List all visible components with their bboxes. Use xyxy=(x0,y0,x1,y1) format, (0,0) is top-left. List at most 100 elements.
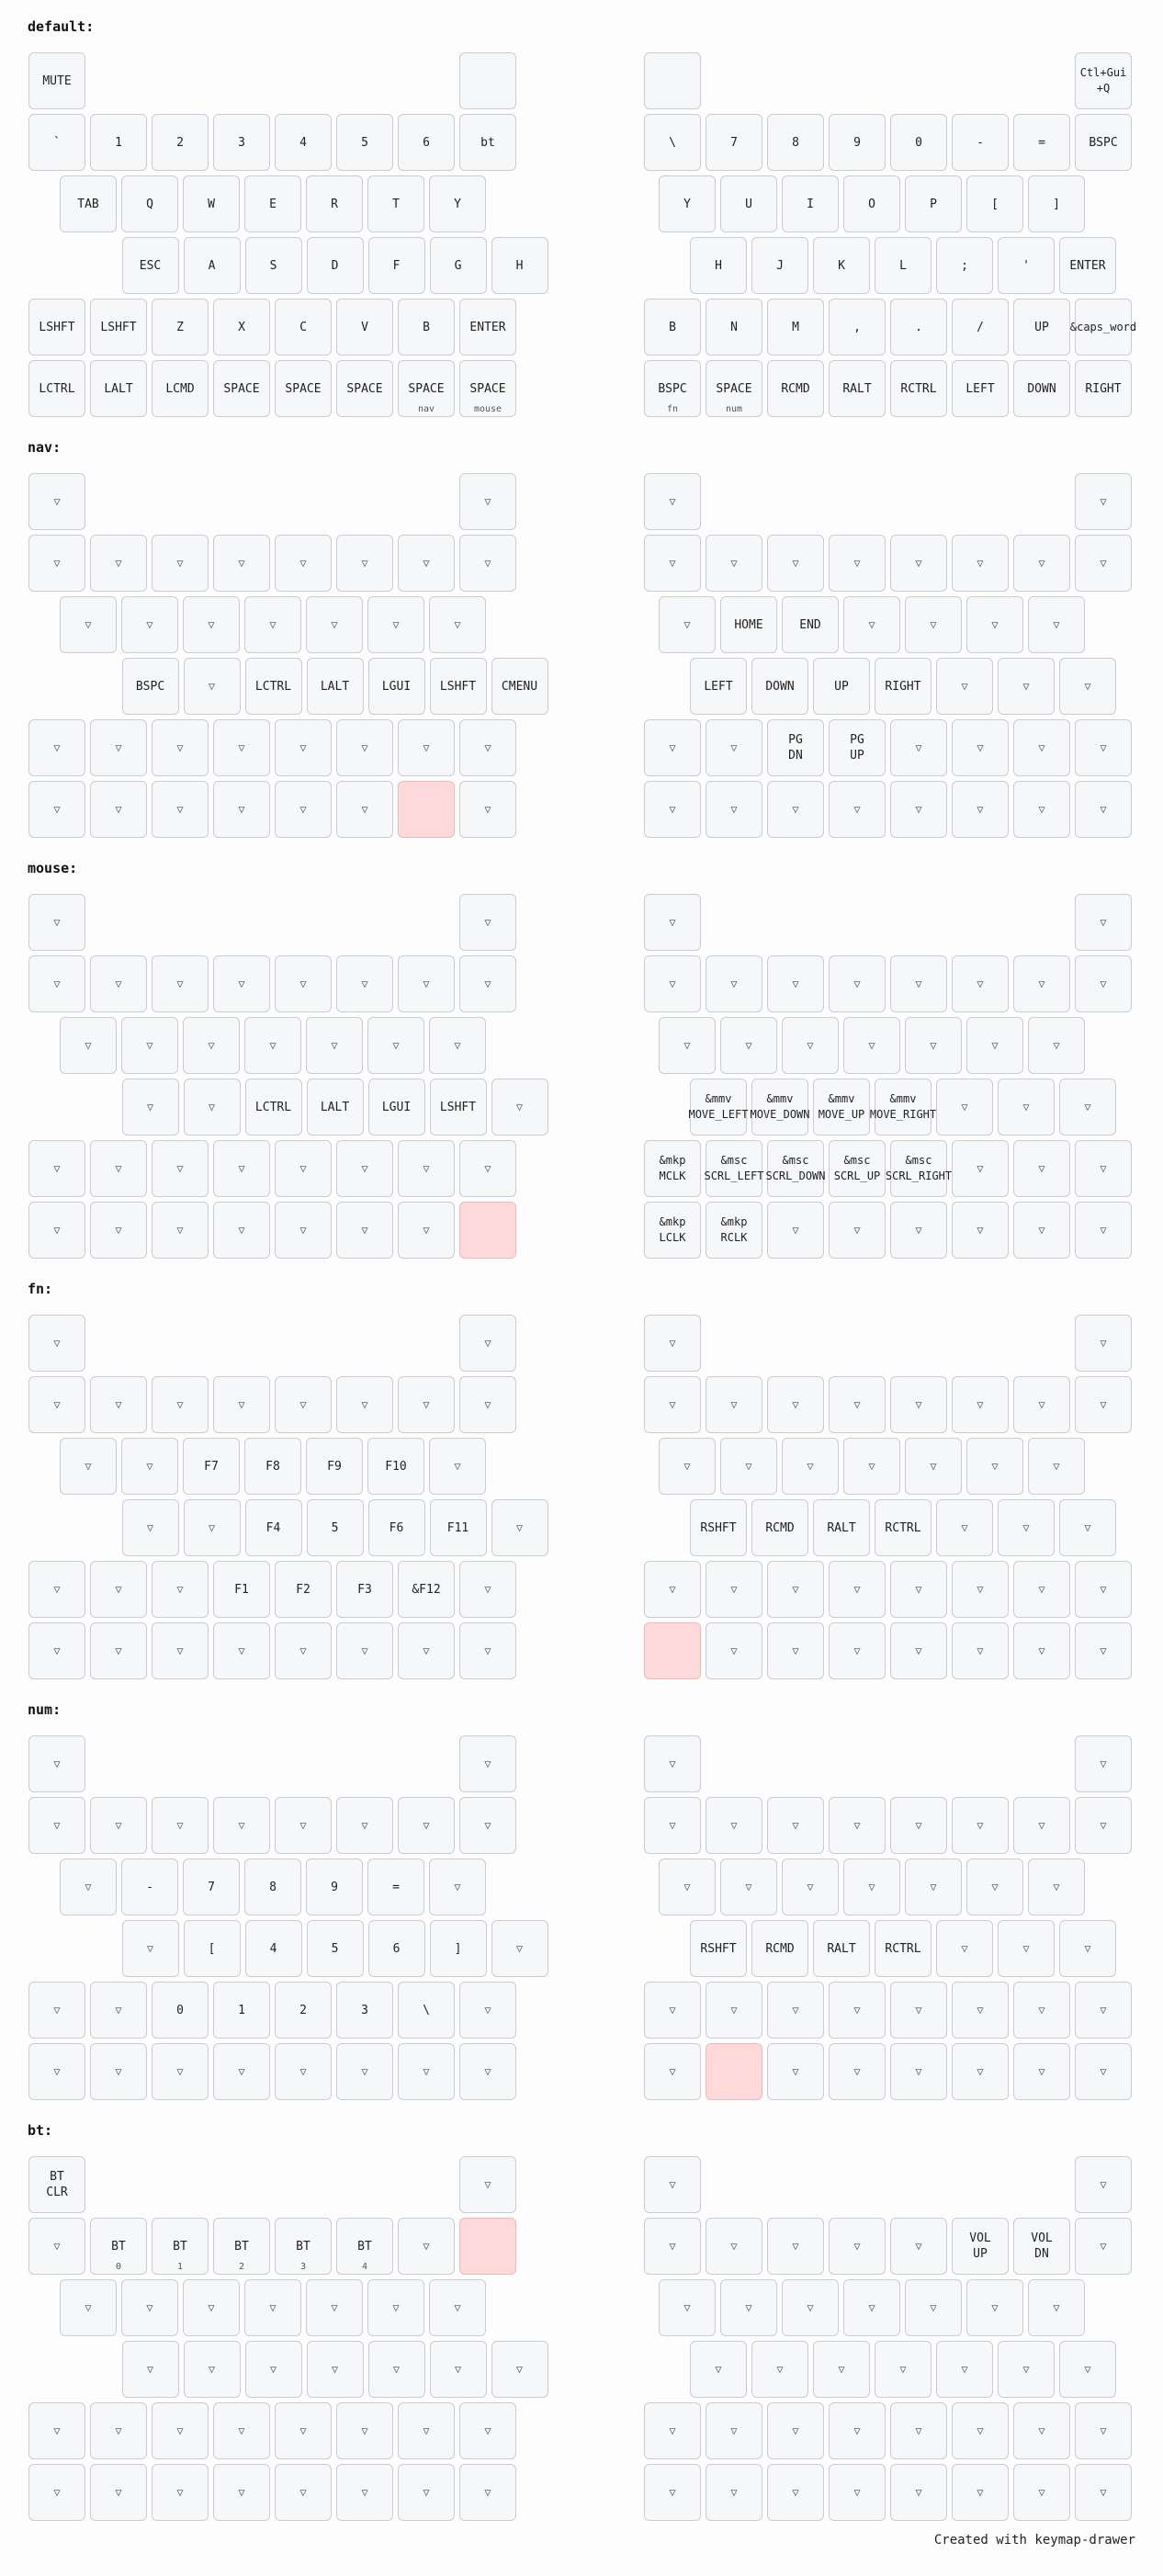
key-label: ▽ xyxy=(930,1038,937,1052)
key-label: ▽ xyxy=(392,617,400,631)
key-label: ▽ xyxy=(669,2485,676,2499)
key-label: ▽ xyxy=(269,1038,277,1052)
layer-title: nav: xyxy=(28,439,62,456)
right-transparent-key: ▽ xyxy=(1075,1140,1132,1197)
key-label: ▽ xyxy=(238,2423,245,2437)
key-label: ; xyxy=(961,258,968,273)
right-transparent-key: ▽ xyxy=(659,1017,716,1074)
right-transparent-key: ▽ xyxy=(829,2464,886,2521)
right-transparent-key: ▽ xyxy=(843,1438,900,1495)
left-key: \ xyxy=(398,1982,455,2039)
right-transparent-key: ▽ xyxy=(706,1797,762,1854)
key-label: ▽ xyxy=(392,2362,401,2376)
key-label: ▽ xyxy=(484,1397,491,1411)
right-transparent-key: ▽ xyxy=(1013,1140,1070,1197)
key-label: ▽ xyxy=(392,2300,400,2314)
right-transparent-key: ▽ xyxy=(936,658,993,715)
key-label: ▽ xyxy=(238,1397,245,1411)
key-label: 8 xyxy=(792,135,799,150)
key-label: ▽ xyxy=(730,1644,738,1657)
right-key: Ctl+Gui +Q xyxy=(1075,52,1132,109)
right-key: M xyxy=(767,299,824,356)
key-label: ▽ xyxy=(361,740,368,754)
key-label: ▽ xyxy=(792,977,799,990)
key-label: ▽ xyxy=(269,2362,277,2376)
right-transparent-key: ▽ xyxy=(843,1859,900,1915)
right-transparent-key: ▽ xyxy=(1013,1376,1070,1433)
left-transparent-key: ▽ xyxy=(183,2341,241,2398)
right-key: RALT xyxy=(813,1499,870,1556)
right-transparent-key: ▽ xyxy=(1059,1920,1116,1977)
key-label: ▽ xyxy=(299,1818,307,1832)
key-label: ▽ xyxy=(961,1941,968,1955)
left-transparent-key: ▽ xyxy=(459,1622,516,1679)
key-label: ▽ xyxy=(454,617,461,631)
key-label: F2 xyxy=(296,1582,311,1597)
left-transparent-key: ▽ xyxy=(459,894,516,951)
key-label: G xyxy=(454,258,462,273)
right-key: HOME xyxy=(720,596,777,653)
key-label: LSHFT xyxy=(100,320,137,334)
key-label: ▽ xyxy=(85,1038,92,1052)
right-transparent-key: ▽ xyxy=(644,1561,701,1618)
key-label: ▽ xyxy=(484,494,491,508)
left-transparent-key: ▽ xyxy=(398,955,455,1012)
key-label: ▽ xyxy=(484,915,491,929)
left-transparent-key: ▽ xyxy=(459,1561,516,1618)
key-label: ▽ xyxy=(238,802,245,816)
left-key: 4 xyxy=(244,1920,302,1977)
left-key: E xyxy=(244,175,301,232)
left-transparent-key: ▽ xyxy=(152,1561,209,1618)
left-key: F1 xyxy=(213,1561,270,1618)
right-transparent-key: ▽ xyxy=(952,1622,1009,1679)
right-transparent-key: ▽ xyxy=(829,1561,886,1618)
key-label: ▽ xyxy=(669,740,676,754)
left-transparent-key: ▽ xyxy=(90,781,147,838)
key-label: ▽ xyxy=(269,2300,277,2314)
key-label: 9 xyxy=(853,135,861,150)
left-transparent-key: ▽ xyxy=(183,596,240,653)
key-label: ▽ xyxy=(176,1223,184,1237)
key-label: SPACE xyxy=(469,381,506,396)
key-label: ▽ xyxy=(484,1161,491,1175)
left-transparent-key: ▽ xyxy=(429,596,486,653)
right-transparent-key: ▽ xyxy=(644,1315,701,1372)
key-label: X xyxy=(238,320,245,334)
left-transparent-key: ▽ xyxy=(121,1438,178,1495)
key-label: LSHFT xyxy=(439,679,477,694)
right-transparent-key: ▽ xyxy=(829,1982,886,2039)
left-transparent-key: ▽ xyxy=(306,1017,363,1074)
right-transparent-key: ▽ xyxy=(952,1140,1009,1197)
right-key: RCMD xyxy=(751,1499,808,1556)
right-key: H xyxy=(690,237,747,294)
key-label: ▽ xyxy=(730,556,738,570)
left-transparent-key: ▽ xyxy=(28,2402,85,2459)
left-key: 9 xyxy=(306,1859,363,1915)
key-label: ▽ xyxy=(423,2064,430,2078)
key-label: TAB xyxy=(77,197,99,211)
left-key: LALT xyxy=(306,658,364,715)
key-label: ▽ xyxy=(991,1880,999,1893)
left-key: LGUI xyxy=(367,658,425,715)
right-transparent-key: ▽ xyxy=(890,1202,947,1259)
key-label: RIGHT xyxy=(885,679,921,694)
key-label: 0 xyxy=(915,135,922,150)
key-label: ▽ xyxy=(807,1459,814,1473)
key-label: RSHFT xyxy=(700,1941,737,1956)
key-label: ▽ xyxy=(53,1336,61,1350)
key-label: ▽ xyxy=(915,977,922,990)
key-label: ESC xyxy=(139,258,162,273)
key-label: ▽ xyxy=(792,1818,799,1832)
left-key: F11 xyxy=(429,1499,487,1556)
right-transparent-key: ▽ xyxy=(767,1797,824,1854)
key-label: ▽ xyxy=(669,802,676,816)
key-label: L xyxy=(899,258,907,273)
key-label: LALT xyxy=(104,381,133,396)
key-label: ▽ xyxy=(454,1880,461,1893)
left-key: &F12 xyxy=(398,1561,455,1618)
left-transparent-key: ▽ xyxy=(491,2341,548,2398)
key-label: ▽ xyxy=(1038,1644,1045,1657)
key-label: BSPC xyxy=(1089,135,1118,150)
left-key: BT CLR xyxy=(28,2156,85,2213)
right-key: 9 xyxy=(829,114,886,171)
